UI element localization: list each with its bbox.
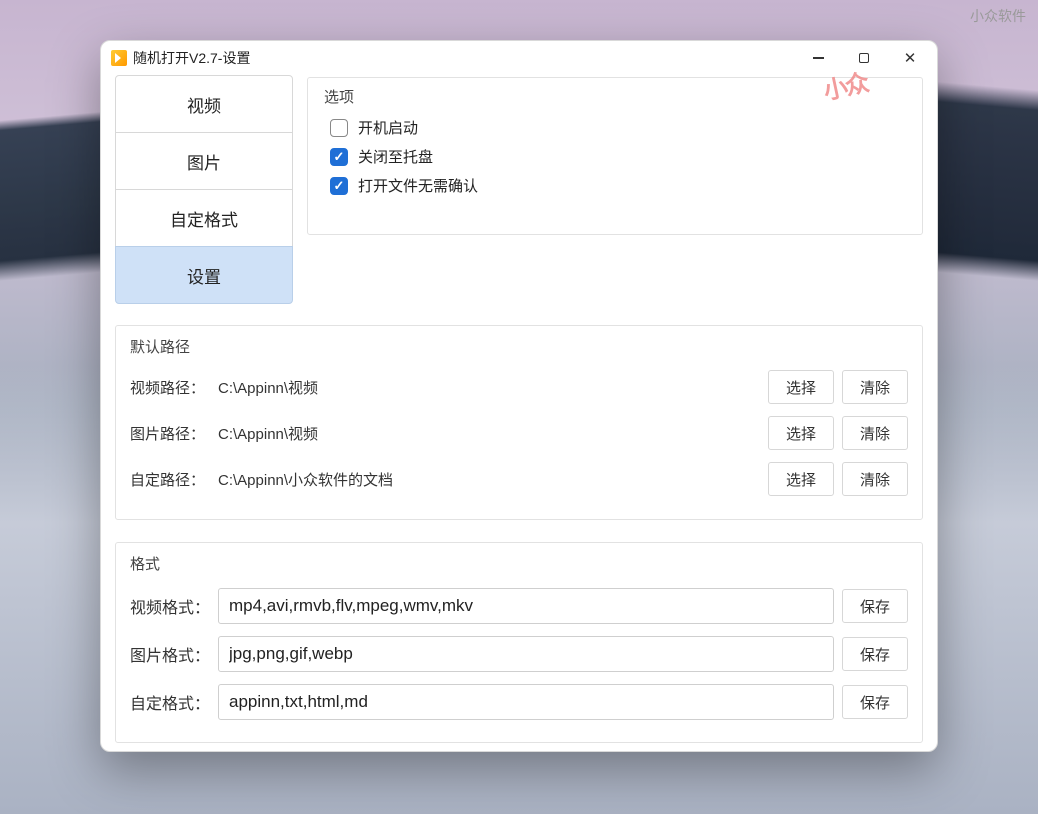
path-value: C:\Appinn\视频 <box>218 377 760 398</box>
window-body: 视频 图片 自定格式 设置 选项 开机启动 关闭至托盘 打开文件无需确认 <box>101 75 937 751</box>
option-close-to-tray[interactable]: 关闭至托盘 <box>330 146 908 167</box>
formats-group: 格式 视频格式： 保存 图片格式： 保存 自定格式： 保存 <box>115 542 923 743</box>
option-no-confirm[interactable]: 打开文件无需确认 <box>330 175 908 196</box>
sidebar-tabs: 视频 图片 自定格式 设置 <box>115 75 293 303</box>
paths-legend: 默认路径 <box>130 336 908 357</box>
checkbox-icon <box>330 119 348 137</box>
option-autostart[interactable]: 开机启动 <box>330 117 908 138</box>
clear-button[interactable]: 清除 <box>842 416 908 450</box>
path-value: C:\Appinn\视频 <box>218 423 760 444</box>
save-button[interactable]: 保存 <box>842 589 908 623</box>
path-label: 图片路径： <box>130 423 218 444</box>
app-window: 随机打开V2.7-设置 ✕ 小众 视频 图片 自定格式 设置 选项 开机启动 <box>100 40 938 752</box>
default-paths-group: 默认路径 视频路径： C:\Appinn\视频 选择 清除 图片路径： C:\A… <box>115 325 923 520</box>
formats-legend: 格式 <box>130 553 908 574</box>
choose-button[interactable]: 选择 <box>768 416 834 450</box>
format-input-image[interactable] <box>218 636 834 672</box>
option-label: 关闭至托盘 <box>358 146 433 167</box>
tab-custom-format[interactable]: 自定格式 <box>115 189 293 247</box>
save-button[interactable]: 保存 <box>842 685 908 719</box>
minimize-button[interactable] <box>795 43 841 73</box>
close-button[interactable]: ✕ <box>887 43 933 73</box>
checkbox-icon <box>330 177 348 195</box>
path-label: 自定路径： <box>130 469 218 490</box>
choose-button[interactable]: 选择 <box>768 462 834 496</box>
close-icon: ✕ <box>904 51 917 66</box>
path-value: C:\Appinn\小众软件的文档 <box>218 469 760 490</box>
clear-button[interactable]: 清除 <box>842 370 908 404</box>
format-label: 图片格式： <box>130 642 218 666</box>
titlebar[interactable]: 随机打开V2.7-设置 ✕ 小众 <box>101 41 937 75</box>
path-row-custom: 自定路径： C:\Appinn\小众软件的文档 选择 清除 <box>130 461 908 497</box>
path-row-image: 图片路径： C:\Appinn\视频 选择 清除 <box>130 415 908 451</box>
path-row-video: 视频路径： C:\Appinn\视频 选择 清除 <box>130 369 908 405</box>
tab-settings[interactable]: 设置 <box>115 246 293 304</box>
format-label: 视频格式： <box>130 594 218 618</box>
maximize-button[interactable] <box>841 43 887 73</box>
path-label: 视频路径： <box>130 377 218 398</box>
format-input-video[interactable] <box>218 588 834 624</box>
options-legend: 选项 <box>322 86 908 107</box>
tab-video[interactable]: 视频 <box>115 75 293 133</box>
app-icon <box>111 50 127 66</box>
format-label: 自定格式： <box>130 690 218 714</box>
window-title: 随机打开V2.7-设置 <box>133 48 250 68</box>
options-group: 选项 开机启动 关闭至托盘 打开文件无需确认 <box>307 77 923 235</box>
format-row-image: 图片格式： 保存 <box>130 634 908 674</box>
clear-button[interactable]: 清除 <box>842 462 908 496</box>
option-label: 开机启动 <box>358 117 418 138</box>
minimize-icon <box>813 57 824 59</box>
page-watermark: 小众软件 <box>970 6 1026 26</box>
format-row-video: 视频格式： 保存 <box>130 586 908 626</box>
tab-image[interactable]: 图片 <box>115 132 293 190</box>
maximize-icon <box>859 53 869 63</box>
choose-button[interactable]: 选择 <box>768 370 834 404</box>
option-label: 打开文件无需确认 <box>358 175 478 196</box>
footer: 本软件免费且开源，如觉得好用欢迎分享评分打赏，你的鼓励就是我的动力 软件更新 吾… <box>115 743 923 751</box>
checkbox-icon <box>330 148 348 166</box>
format-row-custom: 自定格式： 保存 <box>130 682 908 722</box>
save-button[interactable]: 保存 <box>842 637 908 671</box>
format-input-custom[interactable] <box>218 684 834 720</box>
